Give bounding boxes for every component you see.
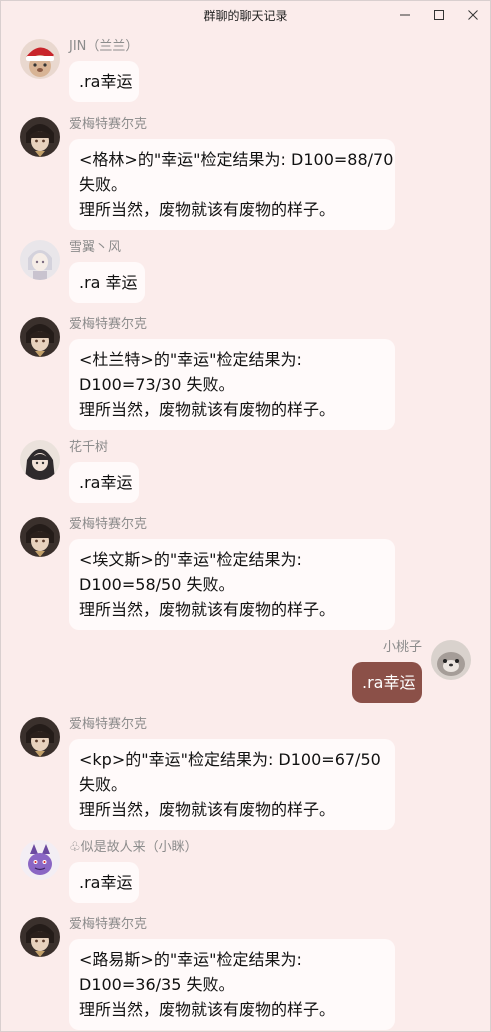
- message-text: 理所当然，废物就该有废物的样子。: [79, 1000, 336, 1019]
- sender-name: 雪翼丶风: [69, 240, 122, 255]
- message-text: .ra幸运: [79, 72, 133, 91]
- message-bubble[interactable]: .ra幸运: [69, 862, 139, 903]
- message-text: 理所当然，废物就该有废物的样子。: [79, 800, 336, 819]
- sender-name: 花千树: [69, 440, 109, 455]
- message-text: .ra 幸运: [79, 273, 138, 292]
- message-text: .ra幸运: [79, 873, 133, 892]
- dark-character-avatar-icon[interactable]: [20, 717, 60, 757]
- message-text: 失败。: [79, 775, 128, 794]
- sender-name: 爱梅特赛尔克: [69, 517, 148, 532]
- message-bubble[interactable]: <杜兰特>的"幸运"检定结果为: D100=73/30 失败。 理所当然，废物就…: [69, 339, 395, 430]
- sender-name: JIN（兰兰）: [69, 39, 139, 54]
- close-button[interactable]: [456, 1, 490, 29]
- light-character-avatar-icon[interactable]: [20, 240, 60, 280]
- santa-hat-avatar-icon[interactable]: [20, 39, 60, 79]
- sender-name: 爱梅特赛尔克: [69, 117, 148, 132]
- dark-hair-avatar-icon[interactable]: [20, 440, 60, 480]
- message-bubble[interactable]: .ra 幸运: [69, 262, 145, 303]
- sender-name: ♧似是故人来（小眯）: [69, 840, 198, 855]
- dark-character-avatar-icon[interactable]: [20, 517, 60, 557]
- dark-character-avatar-icon[interactable]: [20, 117, 60, 157]
- maximize-button[interactable]: [422, 1, 456, 29]
- dark-character-avatar-icon[interactable]: [20, 917, 60, 957]
- message-text: 理所当然，废物就该有废物的样子。: [79, 400, 336, 419]
- title-bar[interactable]: 群聊的聊天记录: [1, 1, 490, 29]
- window-controls: [388, 1, 490, 29]
- window-title: 群聊的聊天记录: [203, 8, 288, 23]
- maximize-icon: [434, 10, 444, 20]
- message-text: 理所当然，废物就该有废物的样子。: [79, 200, 336, 219]
- message-text: D100=73/30 失败。: [79, 375, 235, 394]
- sender-name: 爱梅特赛尔克: [69, 917, 148, 932]
- purple-creature-avatar-icon[interactable]: [20, 840, 60, 880]
- message-text: <路易斯>的"幸运"检定结果为:: [79, 950, 302, 969]
- message-text: <杜兰特>的"幸运"检定结果为:: [79, 350, 302, 369]
- close-icon: [468, 10, 478, 20]
- minimize-button[interactable]: [388, 1, 422, 29]
- message-text: 失败。: [79, 175, 128, 194]
- message-bubble[interactable]: .ra幸运: [69, 61, 139, 102]
- message-bubble[interactable]: <kp>的"幸运"检定结果为: D100=67/50 失败。 理所当然，废物就该…: [69, 739, 395, 830]
- message-text: .ra幸运: [362, 673, 416, 692]
- message-text: D100=36/35 失败。: [79, 975, 235, 994]
- message-text: D100=58/50 失败。: [79, 575, 235, 594]
- message-bubble[interactable]: .ra幸运: [69, 462, 139, 503]
- message-bubble[interactable]: <埃文斯>的"幸运"检定结果为: D100=58/50 失败。 理所当然，废物就…: [69, 539, 395, 630]
- message-text: <kp>的"幸运"检定结果为: D100=67/50: [79, 750, 381, 769]
- grey-pet-avatar-icon[interactable]: [431, 640, 471, 680]
- message-list[interactable]: JIN（兰兰） .ra幸运 爱梅特赛尔克 <格林>的"幸运"检定结果为: D10…: [1, 29, 490, 1031]
- message-bubble[interactable]: <格林>的"幸运"检定结果为: D100=88/70 失败。 理所当然，废物就该…: [69, 139, 395, 230]
- message-bubble[interactable]: .ra幸运: [352, 662, 422, 703]
- sender-name: 爱梅特赛尔克: [69, 717, 148, 732]
- minimize-icon: [400, 14, 410, 16]
- chat-history-window: 群聊的聊天记录 JIN（兰兰） .ra幸运 爱梅特赛尔克 <格林>的"幸运"检定…: [0, 0, 491, 1032]
- message-text: <埃文斯>的"幸运"检定结果为:: [79, 550, 302, 569]
- dark-character-avatar-icon[interactable]: [20, 317, 60, 357]
- message-text: .ra幸运: [79, 473, 133, 492]
- message-bubble[interactable]: <路易斯>的"幸运"检定结果为: D100=36/35 失败。 理所当然，废物就…: [69, 939, 395, 1030]
- message-text: <格林>的"幸运"检定结果为: D100=88/70: [79, 150, 394, 169]
- sender-name: 爱梅特赛尔克: [69, 317, 148, 332]
- sender-name: 小桃子: [382, 640, 422, 655]
- message-text: 理所当然，废物就该有废物的样子。: [79, 600, 336, 619]
